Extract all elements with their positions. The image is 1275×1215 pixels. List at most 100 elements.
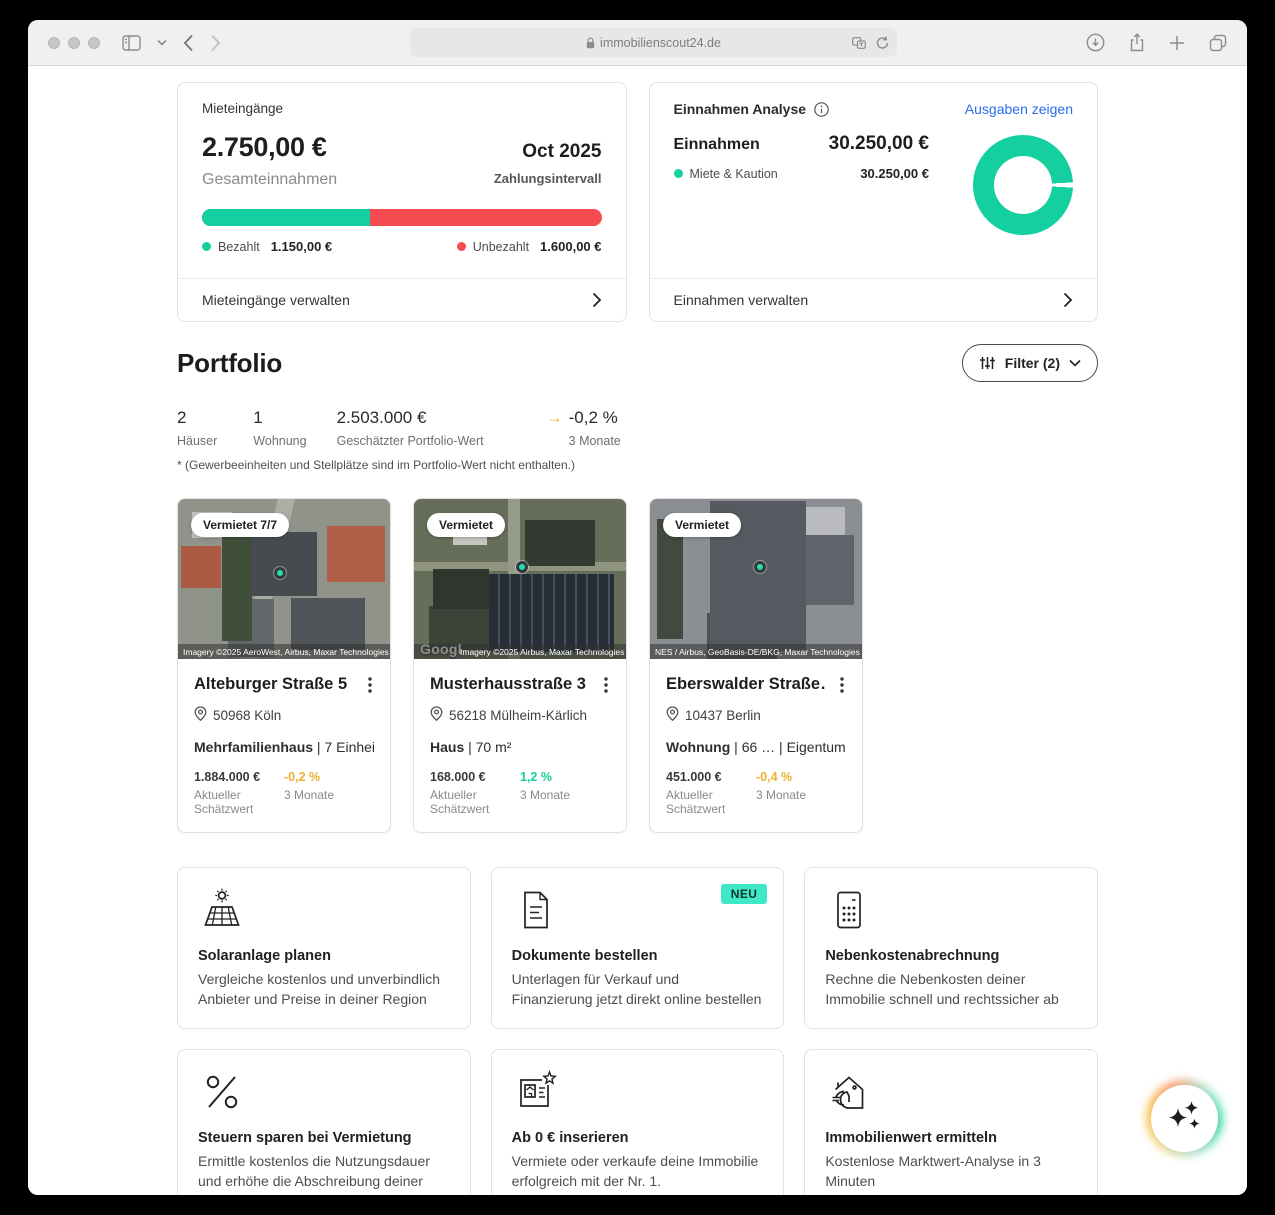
filter-sliders-icon [979, 355, 996, 371]
house-euro-icon [825, 1068, 1077, 1118]
back-button[interactable] [183, 34, 194, 52]
property-value: 168.000 € [430, 770, 520, 784]
property-card[interactable]: Vermietet NES / Airbus, GeoBasis-DE/BKG,… [649, 498, 863, 833]
map-marker-icon [754, 561, 766, 573]
promo-title: Steuern sparen bei Vermietung [198, 1130, 450, 1146]
share-icon[interactable] [1129, 33, 1145, 52]
property-title: Musterhausstraße 3 [430, 675, 586, 694]
promo-card-valuation[interactable]: Immobilienwert ermitteln Kostenlose Mark… [804, 1049, 1098, 1195]
stat-value: 2.503.000 € [337, 408, 484, 428]
rental-status-badge: Vermietet [427, 513, 505, 537]
property-type-detail: | 7 Einheiten [313, 739, 374, 755]
promo-section: Solaranlage planen Vergleiche kostenlos … [177, 867, 1098, 1195]
map-attribution: Imagery ©2025 Airbus, Maxar Technologies [414, 644, 626, 659]
chevron-right-icon [592, 292, 602, 308]
paid-value: 1.150,00 € [271, 239, 332, 254]
promo-title: Immobilienwert ermitteln [825, 1130, 1077, 1146]
address-bar[interactable]: immobilienscout24.de [410, 28, 897, 57]
property-value-label: Aktueller Schätzwert [430, 788, 520, 816]
rent-total-label: Gesamteinnahmen [202, 171, 337, 189]
stat-label: Wohnung [253, 434, 306, 448]
map-attribution: Imagery ©2025 AeroWest, Airbus, Maxar Te… [178, 644, 390, 659]
property-change: 1,2 % [520, 770, 610, 784]
downloads-icon[interactable] [1086, 33, 1105, 52]
property-value-label: Aktueller Schätzwert [666, 788, 756, 816]
stat-value: -0,2 % [569, 408, 621, 428]
new-badge: NEU [721, 884, 768, 904]
page-content: Mieteingänge 2.750,00 € Oct 2025 Gesamte… [28, 66, 1247, 1195]
solar-panel-icon [198, 886, 450, 936]
promo-card-documents[interactable]: NEU Dokumente bestellen Unterlagen für V… [491, 867, 785, 1029]
promo-description: Vermiete oder verkaufe deine Immobilie e… [512, 1152, 764, 1192]
kebab-menu-icon[interactable] [366, 675, 374, 695]
filter-label: Filter (2) [1005, 355, 1060, 371]
promo-description: Ermittle kostenlos die Nutzungsdauer und… [198, 1152, 450, 1195]
promo-card-solar[interactable]: Solaranlage planen Vergleiche kostenlos … [177, 867, 471, 1029]
tab-overview-icon[interactable] [1209, 34, 1227, 52]
sidebar-toggle-icon[interactable] [122, 35, 141, 51]
property-title: Eberswalder Straße… [666, 675, 826, 694]
forward-button[interactable] [210, 34, 221, 52]
promo-description: Rechne die Nebenkosten deiner Immobilie … [825, 970, 1077, 1010]
income-row-label: Einnahmen [674, 136, 760, 154]
sparkles-icon [1167, 1098, 1203, 1139]
income-legend-label: Miete & Kaution [690, 167, 778, 181]
property-type-detail: | 66 … | Eigentumswoh… [730, 739, 846, 755]
promo-card-utility-bill[interactable]: Nebenkostenabrechnung Rechne die Nebenko… [804, 867, 1098, 1029]
stat-value: 2 [177, 408, 217, 428]
close-window-button[interactable] [48, 37, 60, 49]
unpaid-label: Unbezahlt [473, 240, 529, 254]
property-change: -0,2 % [284, 770, 374, 784]
property-card[interactable]: Vermietet Googl Imagery ©2025 Airbus, Ma… [413, 498, 627, 833]
property-change-label: 3 Monate [520, 788, 610, 802]
zoom-window-button[interactable] [88, 37, 100, 49]
sidebar-chevron-down-icon[interactable] [157, 39, 167, 46]
ai-assistant-button[interactable] [1151, 1085, 1218, 1152]
paid-label: Bezahlt [218, 240, 260, 254]
map-marker-icon [516, 561, 528, 573]
property-type: Wohnung [666, 739, 730, 755]
stat-label: 3 Monate [569, 434, 621, 448]
property-change: -0,4 % [756, 770, 846, 784]
lock-icon [586, 37, 595, 49]
stat-label: Geschätzter Portfolio-Wert [337, 434, 484, 448]
calculator-icon [825, 886, 1077, 936]
listing-icon [512, 1068, 764, 1118]
page-title: Portfolio [177, 348, 282, 379]
browser-toolbar: immobilienscout24.de [28, 20, 1247, 66]
stat-label: Häuser [177, 434, 217, 448]
manage-rent-income-link[interactable]: Mieteingänge verwalten [178, 278, 626, 321]
manage-income-link[interactable]: Einnahmen verwalten [650, 278, 1098, 321]
filter-button[interactable]: Filter (2) [962, 344, 1098, 382]
satellite-map-image: Vermietet Googl Imagery ©2025 Airbus, Ma… [414, 499, 626, 659]
portfolio-note: * (Gewerbeeinheiten und Stellplätze sind… [177, 458, 1098, 472]
income-row-value: 30.250,00 € [829, 133, 929, 155]
translate-icon[interactable] [852, 37, 866, 49]
stat-value: 1 [253, 408, 306, 428]
reload-icon[interactable] [876, 36, 889, 50]
minimize-window-button[interactable] [68, 37, 80, 49]
property-card[interactable]: Vermietet 7/7 Imagery ©2025 AeroWest, Ai… [177, 498, 391, 833]
paid-dot [202, 242, 211, 251]
paid-bar [202, 209, 370, 226]
map-marker-icon [274, 567, 286, 579]
location-pin-icon [430, 706, 443, 724]
promo-description: Unterlagen für Verkauf und Finanzierung … [512, 970, 764, 1010]
kebab-menu-icon[interactable] [602, 675, 610, 695]
location-pin-icon [666, 706, 679, 724]
kebab-menu-icon[interactable] [838, 675, 846, 695]
property-list: Vermietet 7/7 Imagery ©2025 AeroWest, Ai… [177, 498, 1098, 833]
url-text: immobilienscout24.de [600, 36, 721, 50]
chevron-right-icon [1063, 292, 1073, 308]
info-icon[interactable] [814, 102, 829, 117]
income-legend-dot [674, 169, 683, 178]
show-expenses-link[interactable]: Ausgaben zeigen [965, 101, 1073, 117]
property-location: 56218 Mülheim-Kärlich [449, 708, 587, 723]
location-pin-icon [194, 706, 207, 724]
new-tab-icon[interactable] [1169, 35, 1185, 51]
rent-card-title: Mieteingänge [202, 101, 602, 116]
promo-card-taxes[interactable]: Steuern sparen bei Vermietung Ermittle k… [177, 1049, 471, 1195]
promo-title: Solaranlage planen [198, 948, 450, 964]
promo-card-listing[interactable]: Ab 0 € inserieren Vermiete oder verkaufe… [491, 1049, 785, 1195]
rent-period-value: Oct 2025 [522, 141, 601, 163]
